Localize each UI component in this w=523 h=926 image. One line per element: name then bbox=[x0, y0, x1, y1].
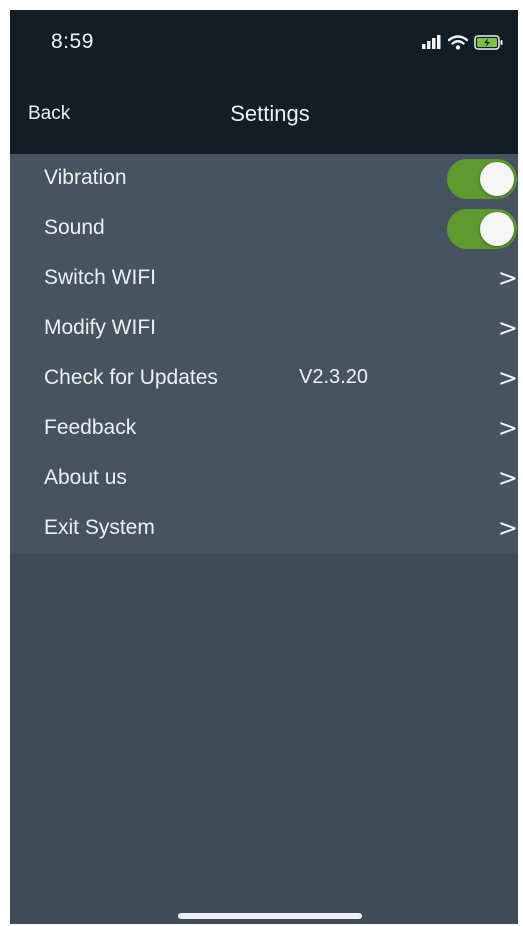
sound-toggle[interactable] bbox=[447, 209, 517, 249]
page-title: Settings bbox=[230, 101, 310, 126]
setting-row-sound[interactable]: Sound bbox=[10, 204, 518, 254]
setting-row-switch-wifi[interactable]: Switch WIFI > bbox=[10, 254, 518, 304]
setting-label: About us bbox=[44, 466, 127, 489]
setting-row-modify-wifi[interactable]: Modify WIFI > bbox=[10, 304, 518, 354]
status-icons bbox=[422, 32, 504, 52]
version-value: V2.3.20 bbox=[299, 366, 368, 388]
setting-label: Modify WIFI bbox=[44, 316, 157, 339]
signal-icon bbox=[422, 35, 441, 49]
phone-screen: 8:59 Back Settings Vibration Sound Switc… bbox=[10, 10, 518, 924]
setting-row-exit-system[interactable]: Exit System > bbox=[10, 504, 518, 554]
battery-charging-icon bbox=[474, 34, 503, 50]
toggle-knob bbox=[480, 212, 514, 246]
setting-label: Sound bbox=[44, 216, 105, 239]
chevron-right-icon: > bbox=[497, 364, 518, 392]
chevron-right-icon: > bbox=[497, 314, 518, 342]
setting-row-vibration[interactable]: Vibration bbox=[10, 154, 518, 204]
settings-list: Vibration Sound Switch WIFI > Modify WIF… bbox=[10, 154, 518, 554]
setting-label: Switch WIFI bbox=[44, 266, 157, 289]
chevron-right-icon: > bbox=[497, 514, 518, 542]
chevron-right-icon: > bbox=[497, 264, 518, 292]
setting-label: Exit System bbox=[44, 516, 155, 539]
header-bar: 8:59 Back Settings bbox=[10, 10, 518, 154]
chevron-right-icon: > bbox=[497, 464, 518, 492]
setting-label: Check for Updates bbox=[44, 366, 218, 389]
setting-label: Vibration bbox=[44, 166, 127, 189]
setting-row-about-us[interactable]: About us > bbox=[10, 454, 518, 504]
toggle-knob bbox=[480, 162, 514, 196]
home-indicator[interactable] bbox=[178, 913, 362, 919]
setting-label: Feedback bbox=[44, 416, 137, 439]
chevron-right-icon: > bbox=[497, 414, 518, 442]
setting-row-feedback[interactable]: Feedback > bbox=[10, 404, 518, 454]
vibration-toggle[interactable] bbox=[447, 159, 517, 199]
status-time: 8:59 bbox=[51, 30, 94, 53]
setting-row-check-updates[interactable]: Check for Updates V2.3.20 > bbox=[10, 354, 518, 404]
wifi-icon bbox=[448, 34, 468, 50]
